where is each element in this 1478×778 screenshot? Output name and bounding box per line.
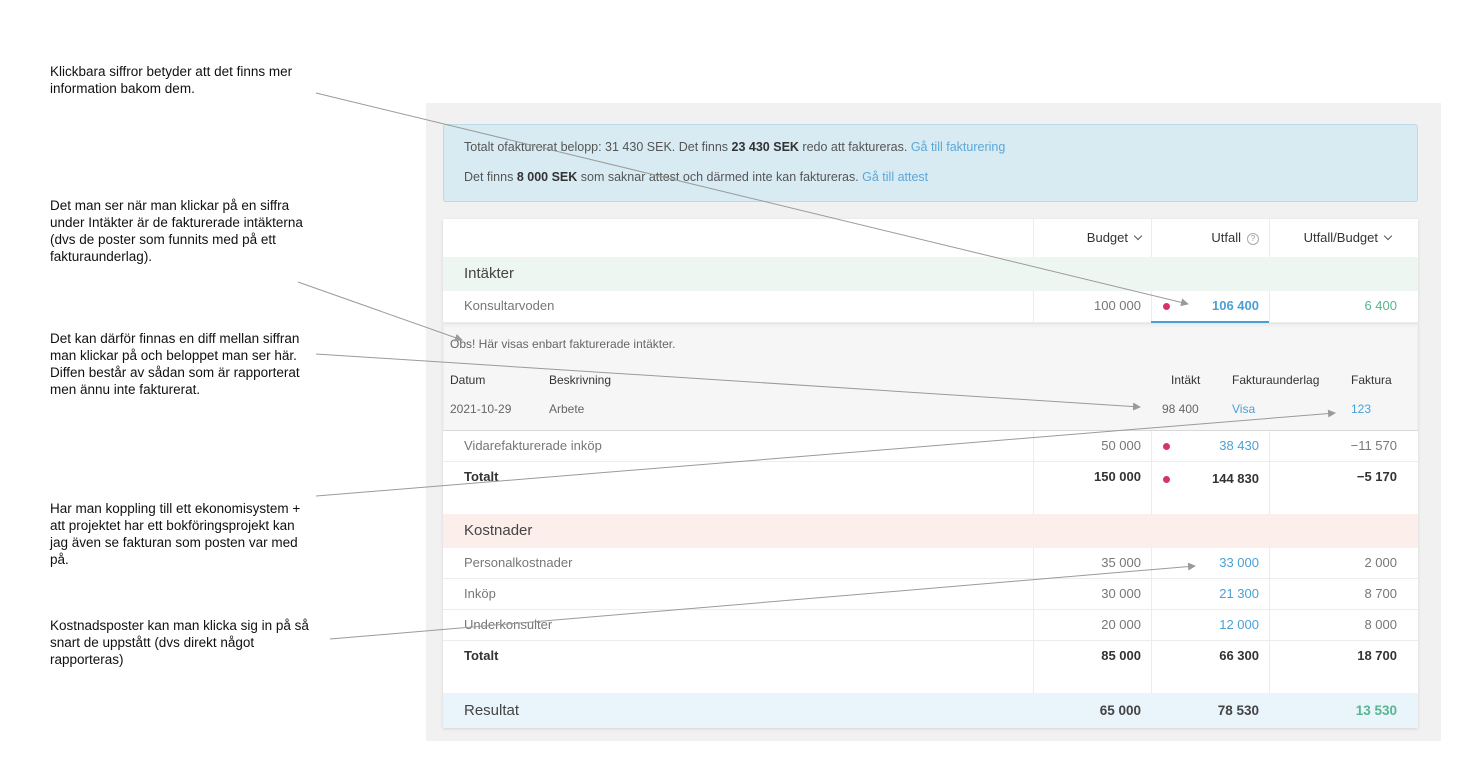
detail-date: 2021-10-29 <box>450 402 512 416</box>
invoice-basis-header: Fakturaunderlag <box>1232 373 1320 387</box>
annotation-clickable-numbers: Klickbara siffror betyder att det finns … <box>50 64 293 96</box>
utfall-value: 66 300 <box>1219 648 1259 663</box>
help-icon[interactable]: ? <box>1247 233 1259 245</box>
show-invoice-basis-link[interactable]: Visa <box>1232 402 1255 416</box>
table-row: Inköp 30 000 21 300 8 700 <box>443 579 1418 610</box>
table-row: Underkonsulter 20 000 12 000 8 000 <box>443 610 1418 641</box>
go-to-attest-link[interactable]: Gå till attest <box>862 170 928 184</box>
result-diff: 13 530 <box>1355 703 1397 718</box>
annotation-invoice-link: Har man koppling till ett ekonomisystem … <box>50 501 301 567</box>
row-label: Totalt <box>464 469 499 484</box>
utfall-value-link[interactable]: 38 430 <box>1219 431 1259 461</box>
costs-total-row: Totalt 85 000 66 300 18 700 <box>443 641 1418 693</box>
utfall-value-link[interactable]: 33 000 <box>1219 548 1259 578</box>
diff-value: 6 400 <box>1364 298 1397 313</box>
diff-value: 2 000 <box>1364 555 1397 570</box>
budget-value: 150 000 <box>1094 469 1141 484</box>
utfall-value-link[interactable]: 12 000 <box>1219 610 1259 640</box>
budget-value: 20 000 <box>1101 617 1141 632</box>
row-label: Vidarefakturerade inköp <box>464 438 602 453</box>
budget-value: 85 000 <box>1101 648 1141 663</box>
alert-dot <box>1163 303 1170 310</box>
diff-value: 8 700 <box>1364 586 1397 601</box>
annotation-cost-items: Kostnadsposter kan man klicka sig in på … <box>50 618 309 667</box>
invoice-number-link[interactable]: 123 <box>1351 402 1371 416</box>
detail-note: Obs! Här visas enbart fakturerade intäkt… <box>450 337 676 351</box>
banner-text: som saknar attest och därmed inte kan fa… <box>577 170 863 184</box>
budget-table: Budget Utfall? Utfall/Budget Intäkter Ko… <box>443 219 1418 728</box>
banner-line-2: Det finns 8 000 SEK som saknar attest oc… <box>464 169 1397 186</box>
description-header: Beskrivning <box>549 373 612 387</box>
budget-column-header[interactable]: Budget <box>1086 219 1143 257</box>
utfall-value-link[interactable]: 106 400 <box>1212 291 1259 321</box>
row-label: Konsultarvoden <box>464 298 555 313</box>
row-label: Personalkostnader <box>464 555 573 570</box>
income-total-row: Totalt 150 000 144 830 −5 170 <box>443 462 1418 514</box>
row-label: Underkonsulter <box>464 617 553 632</box>
utfall-value: 144 830 <box>1212 471 1259 486</box>
invoicing-banner: Totalt ofakturerat belopp: 31 430 SEK. D… <box>443 124 1418 202</box>
row-label: Totalt <box>464 648 499 663</box>
row-label: Inköp <box>464 586 496 601</box>
unattested-amount: 8 000 SEK <box>516 170 578 184</box>
banner-text: Det finns <box>464 170 517 184</box>
banner-line-1: Totalt ofakturerat belopp: 31 430 SEK. D… <box>464 139 1397 156</box>
alert-dot <box>1163 476 1170 483</box>
income-section-header: Intäkter <box>443 257 1418 291</box>
banner-text: Totalt ofakturerat belopp: 31 430 SEK. D… <box>464 140 732 154</box>
annotation-diff-explanation: Det kan därför finnas en diff mellan sif… <box>50 331 300 397</box>
result-row: Resultat 65 000 78 530 13 530 <box>443 693 1418 728</box>
budget-value: 100 000 <box>1094 298 1141 313</box>
budget-value: 30 000 <box>1101 586 1141 601</box>
chevron-down-icon <box>1383 231 1393 241</box>
diff-value: −11 570 <box>1350 438 1397 453</box>
table-row: Konsultarvoden 100 000 106 400 6 400 <box>443 291 1418 323</box>
diff-value: −5 170 <box>1356 469 1397 484</box>
table-row: Vidarefakturerade inköp 50 000 38 430 −1… <box>443 431 1418 462</box>
annotation-income-details: Det man ser när man klickar på en siffra… <box>50 198 303 264</box>
diff-value: 8 000 <box>1364 617 1397 632</box>
result-utfall: 78 530 <box>1217 703 1259 718</box>
detail-income: 98 400 <box>1162 402 1199 416</box>
go-to-invoicing-link[interactable]: Gå till fakturering <box>911 140 1005 154</box>
chevron-down-icon <box>1133 231 1143 241</box>
budget-value: 35 000 <box>1101 555 1141 570</box>
costs-section-header: Kostnader <box>443 514 1418 548</box>
header-label: Utfall/Budget <box>1303 230 1378 245</box>
date-header: Datum <box>450 373 486 387</box>
header-label: Utfall <box>1211 230 1241 245</box>
banner-text: redo att faktureras. <box>798 140 911 154</box>
invoice-header: Faktura <box>1351 373 1392 387</box>
ready-amount: 23 430 SEK <box>731 140 799 154</box>
income-detail-panel: Obs! Här visas enbart fakturerade intäkt… <box>443 323 1418 431</box>
income-header: Intäkt <box>1171 373 1201 387</box>
utfall-column-header: Utfall? <box>1211 219 1259 257</box>
header-label: Budget <box>1086 230 1128 245</box>
detail-description: Arbete <box>549 402 585 416</box>
table-row: Personalkostnader 35 000 33 000 2 000 <box>443 548 1418 579</box>
alert-dot <box>1163 443 1170 450</box>
utfall-value-link[interactable]: 21 300 <box>1219 579 1259 609</box>
budget-value: 50 000 <box>1101 438 1141 453</box>
diff-value: 18 700 <box>1357 648 1397 663</box>
utfall-budget-column-header[interactable]: Utfall/Budget <box>1303 219 1393 257</box>
result-budget: 65 000 <box>1099 703 1141 718</box>
result-label: Resultat <box>464 702 520 719</box>
